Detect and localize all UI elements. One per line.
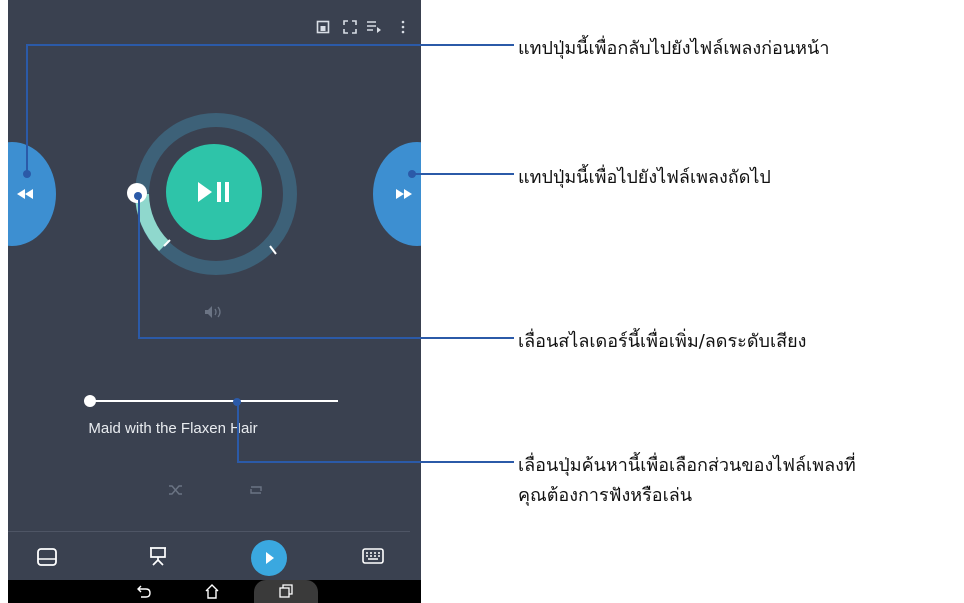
callout-volume-text: เลื่อนสไลเดอร์นี้เพื่อเพิ่ม/ลดระดับเสียง <box>518 331 807 352</box>
home-icon[interactable] <box>204 583 220 599</box>
play-pause-button[interactable] <box>166 144 262 240</box>
callout-dot-volume <box>134 192 142 200</box>
seek-position-thumb[interactable] <box>233 398 241 406</box>
fast-forward-icon <box>396 189 412 199</box>
play-pause-icon <box>198 182 229 202</box>
next-track-button[interactable] <box>373 142 421 246</box>
back-icon[interactable] <box>136 584 152 598</box>
callout-line-prev-h <box>26 44 514 46</box>
rewind-icon <box>17 189 33 199</box>
seek-bar-start-thumb[interactable] <box>84 395 96 407</box>
playlist-icon[interactable] <box>366 20 382 34</box>
speaker-icon <box>205 306 221 318</box>
callout-line-volume-v <box>138 196 140 339</box>
callout-dot-prev <box>23 170 31 178</box>
recents-icon <box>279 584 293 598</box>
media-play-button[interactable] <box>251 540 287 576</box>
previous-track-button[interactable] <box>8 142 56 246</box>
callout-dot-next <box>408 170 416 178</box>
callout-seek-text-1: เลื่อนปุ่มค้นหานี้เพื่อเลือกส่วนของไฟล์เ… <box>518 455 856 476</box>
callout-line-next <box>412 173 514 175</box>
callout-line-seek-v <box>237 404 239 463</box>
recents-button[interactable] <box>254 580 318 603</box>
callout-next-text: แทปปุ่มนี้เพื่อไปยังไฟล์เพลงถัดไป <box>518 167 771 188</box>
touchpad-icon[interactable] <box>37 548 57 566</box>
callout-line-seek-h <box>237 461 514 463</box>
remote-app-screen: Maid with the Flaxen Hair <box>8 0 421 603</box>
volume-level-arc <box>135 193 170 251</box>
fullscreen-icon[interactable] <box>343 20 357 34</box>
callout-line-volume-h <box>138 337 514 339</box>
callout-prev-text: แทปปุ่มนี้เพื่อกลับไปยังไฟล์เพลงก่อนหน้า <box>518 38 830 59</box>
callout-seek-text-2: คุณต้องการฟังหรือเล่น <box>518 485 693 506</box>
seek-bar[interactable] <box>88 400 338 402</box>
divider <box>8 531 410 532</box>
callout-line-prev-v <box>26 44 28 174</box>
track-title: Maid with the Flaxen Hair <box>88 420 258 437</box>
presentation-icon[interactable] <box>148 546 168 566</box>
overflow-menu-icon[interactable] <box>400 20 406 34</box>
shuffle-icon[interactable] <box>168 483 184 497</box>
keyboard-icon[interactable] <box>362 548 384 564</box>
repeat-icon[interactable] <box>248 483 264 497</box>
top-toolbar <box>308 18 418 38</box>
window-icon[interactable] <box>316 20 330 34</box>
media-play-icon <box>266 552 274 564</box>
system-nav-bar <box>8 580 421 603</box>
